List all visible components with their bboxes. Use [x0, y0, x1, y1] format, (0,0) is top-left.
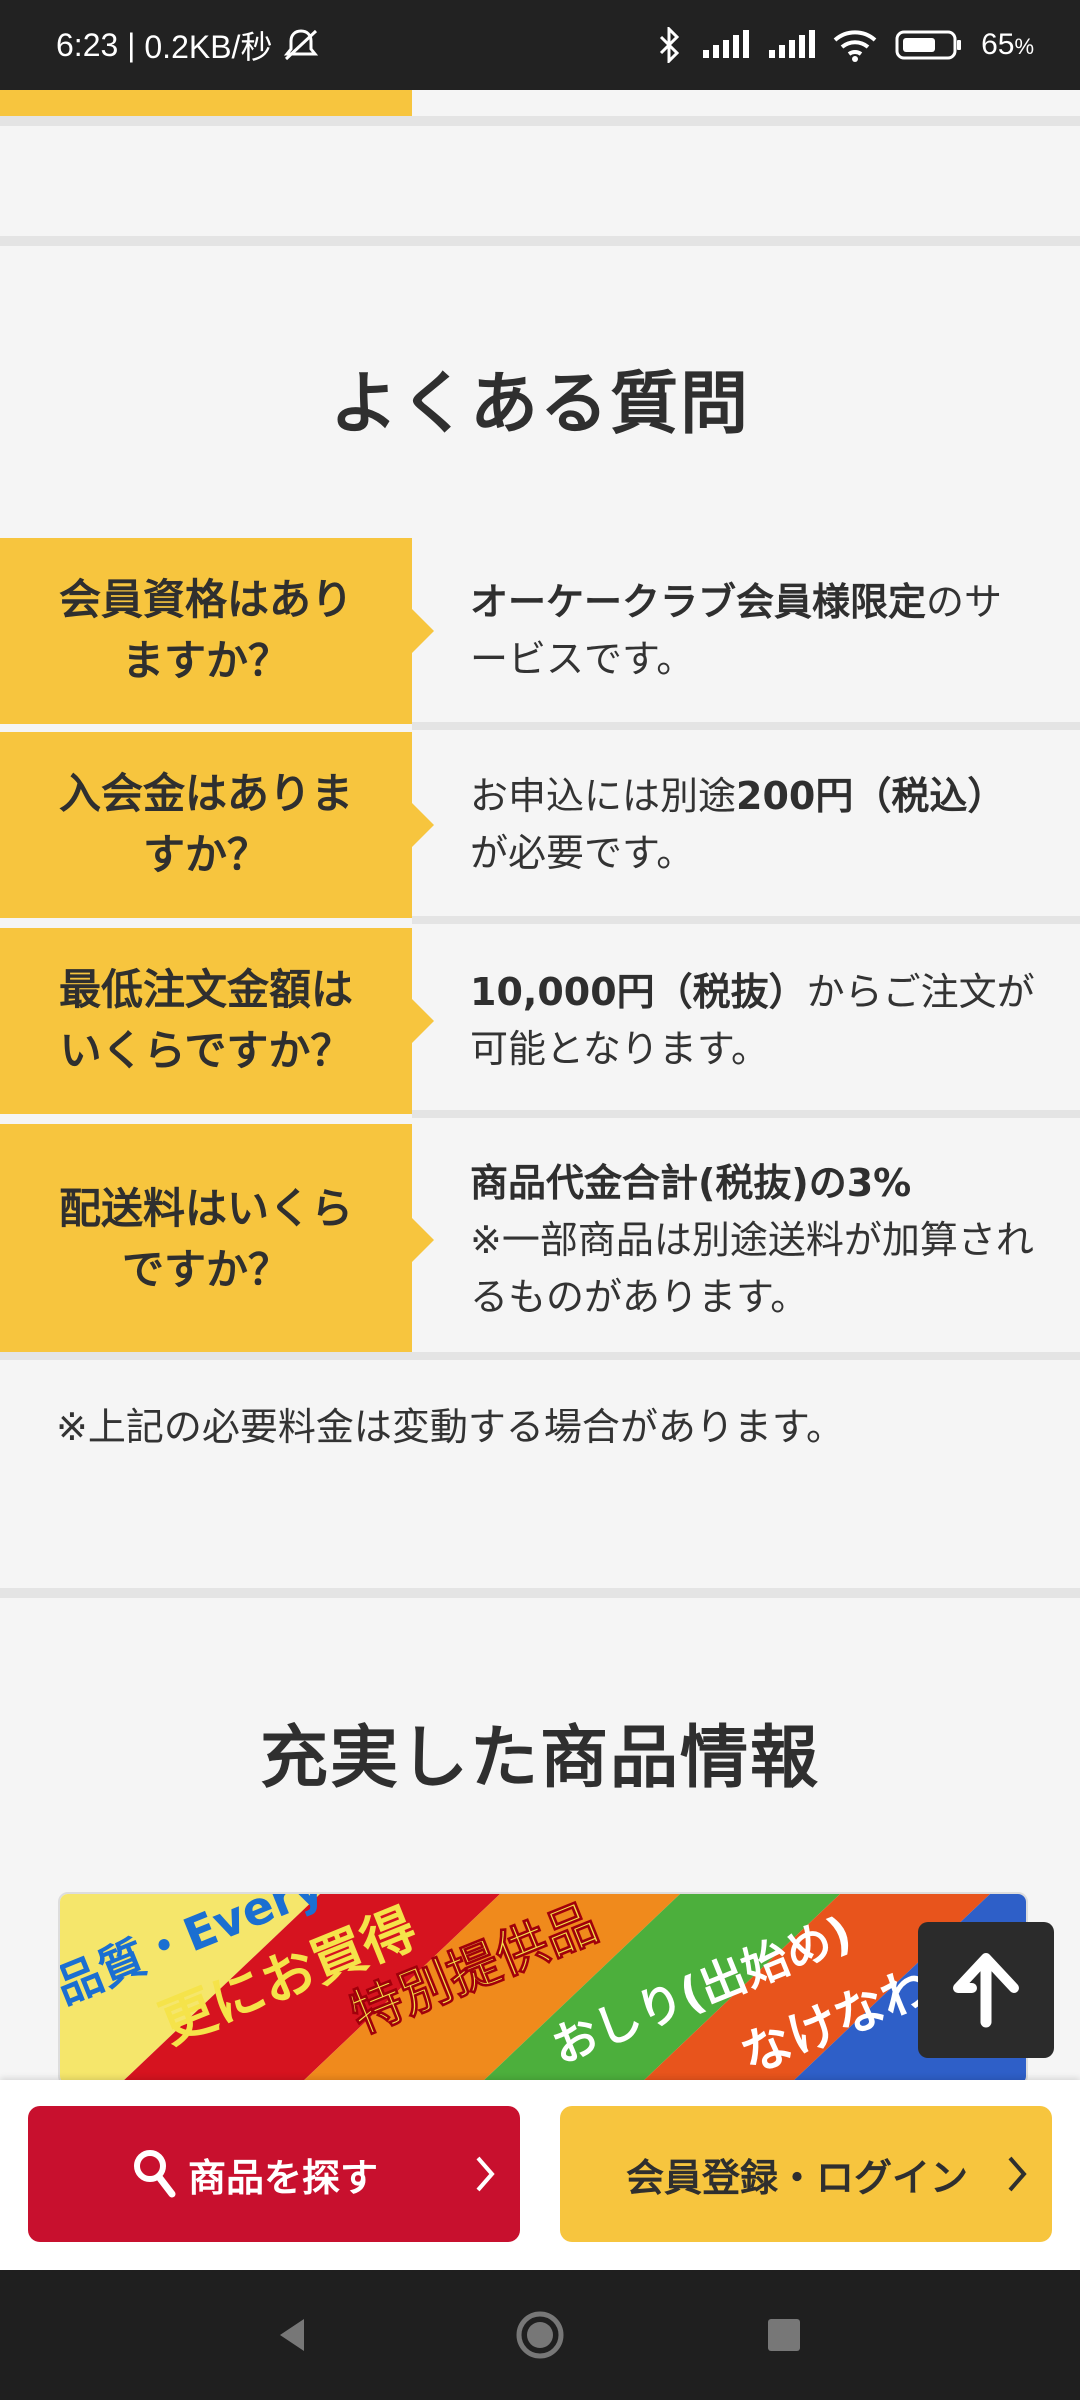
- status-time: 6:23: [56, 26, 119, 63]
- faq-separator: [412, 722, 1080, 730]
- status-bar: 6:23 | 0.2KB/秒 65%: [0, 0, 1080, 90]
- faq-item: 配送料はいくら ですか？ 商品代金合計(税抜)の3% ※一部商品は別途送料が加算され…: [0, 1124, 1080, 1356]
- status-left: 6:23 | 0.2KB/秒: [56, 0, 320, 90]
- faq-separator: [412, 1110, 1080, 1118]
- battery-icon: [895, 29, 963, 61]
- faq-answer: 商品代金合計(税抜)の3% ※一部商品は別途送料が加算されるものがあります。: [470, 1160, 1034, 1319]
- member-login-label: 会員登録・ログイン: [626, 2155, 969, 2200]
- divider: [0, 236, 1080, 246]
- mute-icon: [282, 27, 320, 63]
- faq-question: 会員資格はあり ますか？: [0, 538, 434, 724]
- search-icon: [132, 2148, 176, 2207]
- faq-note: ※上記の必要料金は変動する場合があります。: [56, 1405, 845, 1449]
- chevron-right-icon: [474, 2154, 496, 2203]
- faq-title: よくある質問: [329, 365, 750, 444]
- faq-question: 最低注文金額は いくらですか？: [0, 928, 434, 1114]
- faq-answer: お申込には別途200円（税込）が必要です。: [470, 774, 1006, 875]
- faq-separator: [412, 916, 1080, 924]
- divider: [0, 116, 1080, 126]
- recents-square-icon: [768, 2319, 800, 2351]
- bottom-action-bar: 商品を探す 会員登録・ログイン: [0, 2080, 1080, 2270]
- faq-item: 入会金はありま すか？ お申込には別途200円（税込）が必要です。: [0, 732, 1080, 918]
- faq-question: 配送料はいくら ですか？: [0, 1124, 434, 1356]
- arrow-up-icon: [953, 1953, 1019, 2028]
- products-title: 充実した商品情報: [259, 1719, 820, 1798]
- divider: [0, 1588, 1080, 1598]
- scroll-to-top-button[interactable]: [918, 1922, 1054, 2058]
- faq-answer: オーケークラブ会員様限定のサービスです。: [470, 580, 1003, 681]
- home-button[interactable]: [480, 2270, 600, 2400]
- system-navigation-bar: [0, 2270, 1080, 2400]
- faq-separator: [0, 1352, 1080, 1360]
- bluetooth-icon: [657, 27, 683, 63]
- faq-item: 最低注文金額は いくらですか？ 10,000円（税抜）からご注文が可能となります。: [0, 928, 1080, 1114]
- search-products-button[interactable]: 商品を探す: [28, 2106, 520, 2242]
- wifi-icon: [833, 28, 877, 62]
- recents-button[interactable]: [724, 2270, 844, 2400]
- signal-icon: [767, 30, 816, 60]
- product-banner[interactable]: 品質・Every 更にお買得 特別提供品 おしり(出始め) なけなわ: [58, 1892, 1028, 2086]
- network-speed: 0.2KB/秒: [144, 29, 273, 65]
- back-triangle-icon: [280, 2319, 304, 2351]
- chevron-right-icon: [1006, 2154, 1028, 2203]
- banner-image: 品質・Every 更にお買得 特別提供品 おしり(出始め) なけなわ: [60, 1894, 1026, 2084]
- faq-item: 会員資格はあり ますか？ オーケークラブ会員様限定のサービスです。: [0, 538, 1080, 724]
- back-button[interactable]: [232, 2270, 352, 2400]
- faq-answer: 10,000円（税抜）からご注文が可能となります。: [470, 970, 1035, 1071]
- search-products-label: 商品を探す: [188, 2155, 379, 2200]
- faq-question: 入会金はありま すか？: [0, 732, 434, 918]
- status-right: 65%: [657, 0, 1034, 90]
- signal-icon: [701, 30, 750, 60]
- battery-level: 65%: [981, 28, 1034, 61]
- home-circle-icon: [516, 2311, 564, 2359]
- member-login-button[interactable]: 会員登録・ログイン: [560, 2106, 1052, 2242]
